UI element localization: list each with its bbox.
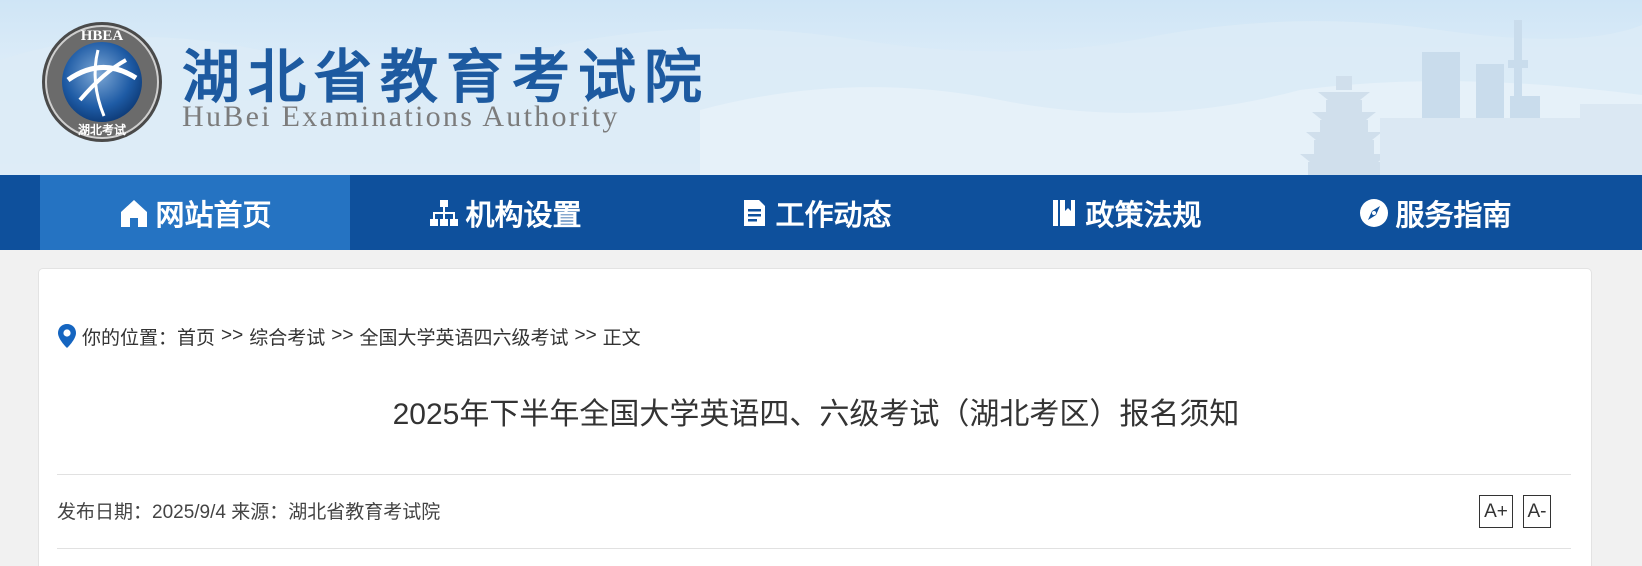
divider — [57, 548, 1571, 549]
document-icon — [744, 199, 766, 226]
home-icon — [121, 199, 148, 227]
font-decrease-button[interactable]: A- — [1523, 495, 1551, 528]
breadcrumb-comprehensive-exams[interactable]: 综合考试 — [249, 323, 325, 350]
article-card: 你的位置： 首页 >> 综合考试 >> 全国大学英语四六级考试 >> 正文 20… — [38, 268, 1592, 566]
nav-item-services[interactable]: 服务指南 — [1280, 175, 1590, 250]
breadcrumb-separator: >> — [574, 325, 597, 346]
source-label: 来源： — [231, 502, 289, 523]
breadcrumb-separator: >> — [221, 325, 244, 346]
org-chart-icon — [430, 199, 459, 226]
breadcrumb-separator: >> — [331, 325, 354, 346]
nav-item-label: 机构设置 — [465, 199, 582, 232]
nav-item-label: 工作动态 — [775, 199, 892, 232]
nav-item-home[interactable]: 网站首页 — [40, 175, 350, 250]
divider — [57, 474, 1571, 475]
source: 湖北省教育考试院 — [288, 502, 441, 523]
font-increase-button[interactable]: A+ — [1479, 495, 1513, 528]
breadcrumb: 你的位置： 首页 >> 综合考试 >> 全国大学英语四六级考试 >> 正文 — [57, 323, 641, 349]
breadcrumb-cet[interactable]: 全国大学英语四六级考试 — [359, 323, 568, 350]
breadcrumb-prefix: 你的位置： — [82, 327, 178, 349]
compass-icon — [1360, 198, 1389, 227]
article-meta: 发布日期：2025/9/4 来源：湖北省教育考试院 — [57, 497, 440, 524]
logo-lettering: HBEA — [81, 28, 124, 44]
article-title: 2025年下半年全国大学英语四、六级考试（湖北考区）报名须知 — [392, 398, 1240, 431]
site-subtitle: HuBei Examinations Authority — [182, 100, 620, 133]
site-header: HBEA 湖北考试 湖北省教育考试院 HuBei Examinations Au… — [0, 0, 1642, 175]
publish-date-label: 发布日期： — [57, 502, 153, 523]
publish-date: 2025/9/4 — [152, 502, 226, 523]
nav-item-news[interactable]: 工作动态 — [660, 175, 970, 250]
location-pin-icon — [58, 324, 76, 348]
book-icon — [1053, 199, 1076, 226]
nav-item-policy[interactable]: 政策法规 — [970, 175, 1280, 250]
nav-item-organization[interactable]: 机构设置 — [350, 175, 660, 250]
hbea-logo-emblem: HBEA 湖北考试 — [42, 22, 162, 142]
breadcrumb-current: 正文 — [602, 327, 641, 349]
nav-item-label: 政策法规 — [1085, 199, 1202, 232]
breadcrumb-home[interactable]: 首页 — [177, 323, 215, 350]
logo-caption: 湖北考试 — [78, 122, 126, 137]
nav-item-label: 服务指南 — [1395, 199, 1512, 232]
nav-item-label: 网站首页 — [155, 199, 272, 232]
main-nav: 网站首页 机构设置 工作动态 政策法规 服务指南 — [0, 175, 1642, 250]
